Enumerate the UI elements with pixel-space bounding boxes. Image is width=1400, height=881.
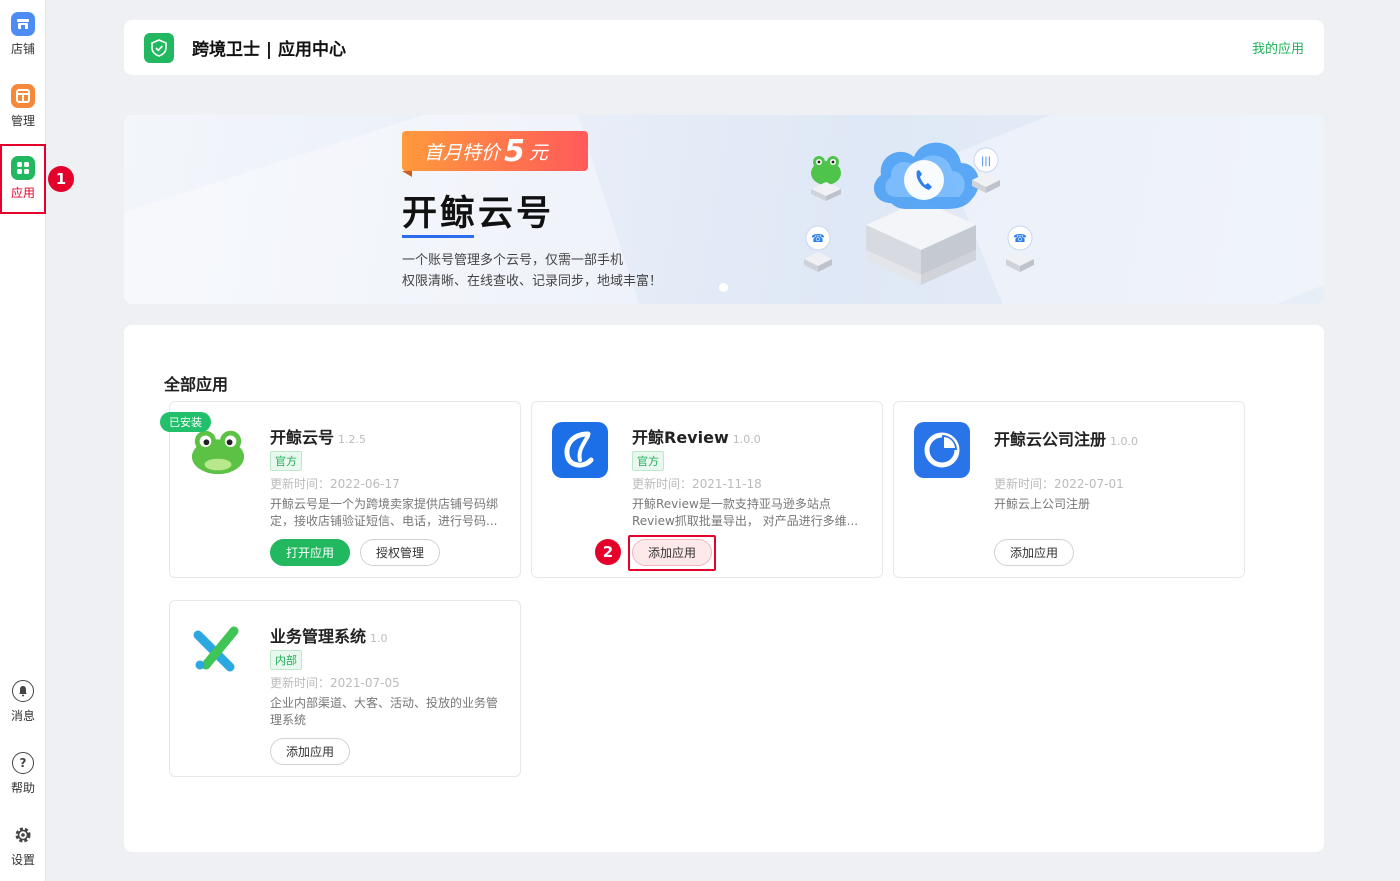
carousel-dot[interactable] [719,283,728,292]
sidebar-bottom-label: 帮助 [10,781,35,795]
auth-manage-button[interactable]: 授权管理 [360,539,441,566]
app-card-business-management[interactable]: 业务管理系统 1.0 内部 更新时间：2021-07-05 企业内部渠道、大客、活… [169,600,521,777]
promo-prefix: 首月特价 [424,141,501,164]
internal-tag: 内部 [270,650,302,670]
promo-banner[interactable]: 首月特价 5 元 开鲸云号 一个账号管理多个云号，仅需一部手机 权限清晰、在线查… [124,115,1324,304]
svg-text:☎: ☎ [1013,232,1027,245]
pie-chart-app-icon [914,422,970,478]
banner-title-underline [402,235,474,238]
my-apps-link[interactable]: 我的应用 [1252,38,1304,57]
sidebar-messages[interactable]: 消息 [0,680,46,740]
sidebar-item-shop[interactable]: 店铺 [0,0,46,66]
app-card-kaijing-cloud[interactable]: 已安装 开鲸云号 1.2.5 官方 更新时间：2022-06-17 开鲸云号是一个… [160,401,521,578]
step-badge-1: 1 [48,166,74,192]
app-version: 1.0.0 [732,433,761,446]
sidebar-bottom-label: 设置 [10,853,35,867]
banner-description: 一个账号管理多个云号，仅需一部手机 权限清晰、在线查收、记录同步，地域丰富！ [402,250,662,292]
apps-icon [11,156,35,180]
app-name: 开鲸云号 1.2.5 [270,428,367,447]
update-time: 更新时间：2022-06-17 [270,477,400,491]
app-version: 1.2.5 [338,433,367,446]
sidebar: 店铺 管理 应用 消息 ? 帮助 设置 [0,0,46,881]
update-time: 更新时间：2021-07-05 [270,676,400,690]
gear-icon [12,824,34,846]
business-app-icon [190,621,246,677]
sidebar-bottom-label: 消息 [10,709,35,723]
highlight-box [628,535,716,571]
app-version: 1.0 [370,632,388,645]
update-time: 更新时间：2022-07-01 [994,477,1124,491]
svg-text:☎: ☎ [811,232,825,245]
app-name: 开鲸云公司注册 1.0.0 [994,430,1139,449]
official-tag: 官方 [270,451,302,471]
sidebar-item-label: 店铺 [10,42,35,56]
add-app-button[interactable]: 添加应用 [270,738,351,765]
sidebar-help[interactable]: ? 帮助 [0,752,46,812]
step-badge-2: 2 [595,539,621,565]
sidebar-item-label: 管理 [10,114,35,128]
banner-line-2: 权限清晰、在线查收、记录同步，地域丰富！ [402,274,663,289]
app-version: 1.0.0 [1110,435,1139,448]
banner-line-1: 一个账号管理多个云号，仅需一部手机 [402,253,624,268]
update-time: 更新时间：2021-11-18 [632,477,762,491]
promo-ribbon-tail [402,171,412,177]
promo-suffix: 元 [528,141,548,164]
official-tag: 官方 [632,451,664,471]
open-app-button[interactable]: 打开应用 [270,539,351,566]
shop-icon [11,12,35,36]
app-description: 开鲸Review是一款支持亚马逊多站点Review抓取批量导出， 对产品进行多维… [632,497,859,528]
sidebar-item-label: 应用 [10,186,35,200]
help-icon: ? [12,752,34,774]
promo-number: 5 [504,133,525,169]
app-card-kaijing-review[interactable]: 开鲸Review 1.0.0 官方 更新时间：2021-11-18 开鲸Revie… [531,401,883,578]
section-title: 全部应用 [164,375,229,394]
app-description: 企业内部渠道、大客、活动、投放的业务管理系统 [270,696,499,727]
page-title: 跨境卫士 | 应用中心 [192,40,347,60]
apps-panel: 全部应用 已安装 开鲸云号 1.2.5 官方 更新时间：2022-06-17 开鲸… [124,325,1324,852]
app-name: 业务管理系统 1.0 [270,627,388,646]
app-name: 开鲸Review 1.0.0 [632,428,761,447]
review-app-icon [552,422,608,478]
svg-text:|||: ||| [981,156,991,167]
app-description: 开鲸云号是一个为跨境卖家提供店铺号码绑定，接收店铺验证短信、电话，进行号码... [270,497,499,528]
cloud-phone-illustration: ☎ ||| ☎ [804,142,1034,285]
add-app-button[interactable]: 添加应用 [994,539,1075,566]
installed-badge: 已安装 [160,412,211,432]
app-card-company-registration[interactable]: 开鲸云公司注册 1.0.0 更新时间：2022-07-01 开鲸云上公司注册 添加… [893,401,1245,578]
sidebar-item-apps[interactable]: 应用 [0,144,46,214]
app-description: 开鲸云上公司注册 [994,497,1091,511]
app-header: 跨境卫士 | 应用中心 我的应用 [124,20,1324,75]
bell-icon [12,680,34,702]
manage-icon [11,84,35,108]
sidebar-item-manage[interactable]: 管理 [0,72,46,138]
sidebar-settings[interactable]: 设置 [0,824,46,881]
shield-logo-icon [144,32,174,63]
banner-title: 开鲸云号 [402,194,555,234]
promo-ribbon: 首月特价 5 元 [402,131,588,171]
